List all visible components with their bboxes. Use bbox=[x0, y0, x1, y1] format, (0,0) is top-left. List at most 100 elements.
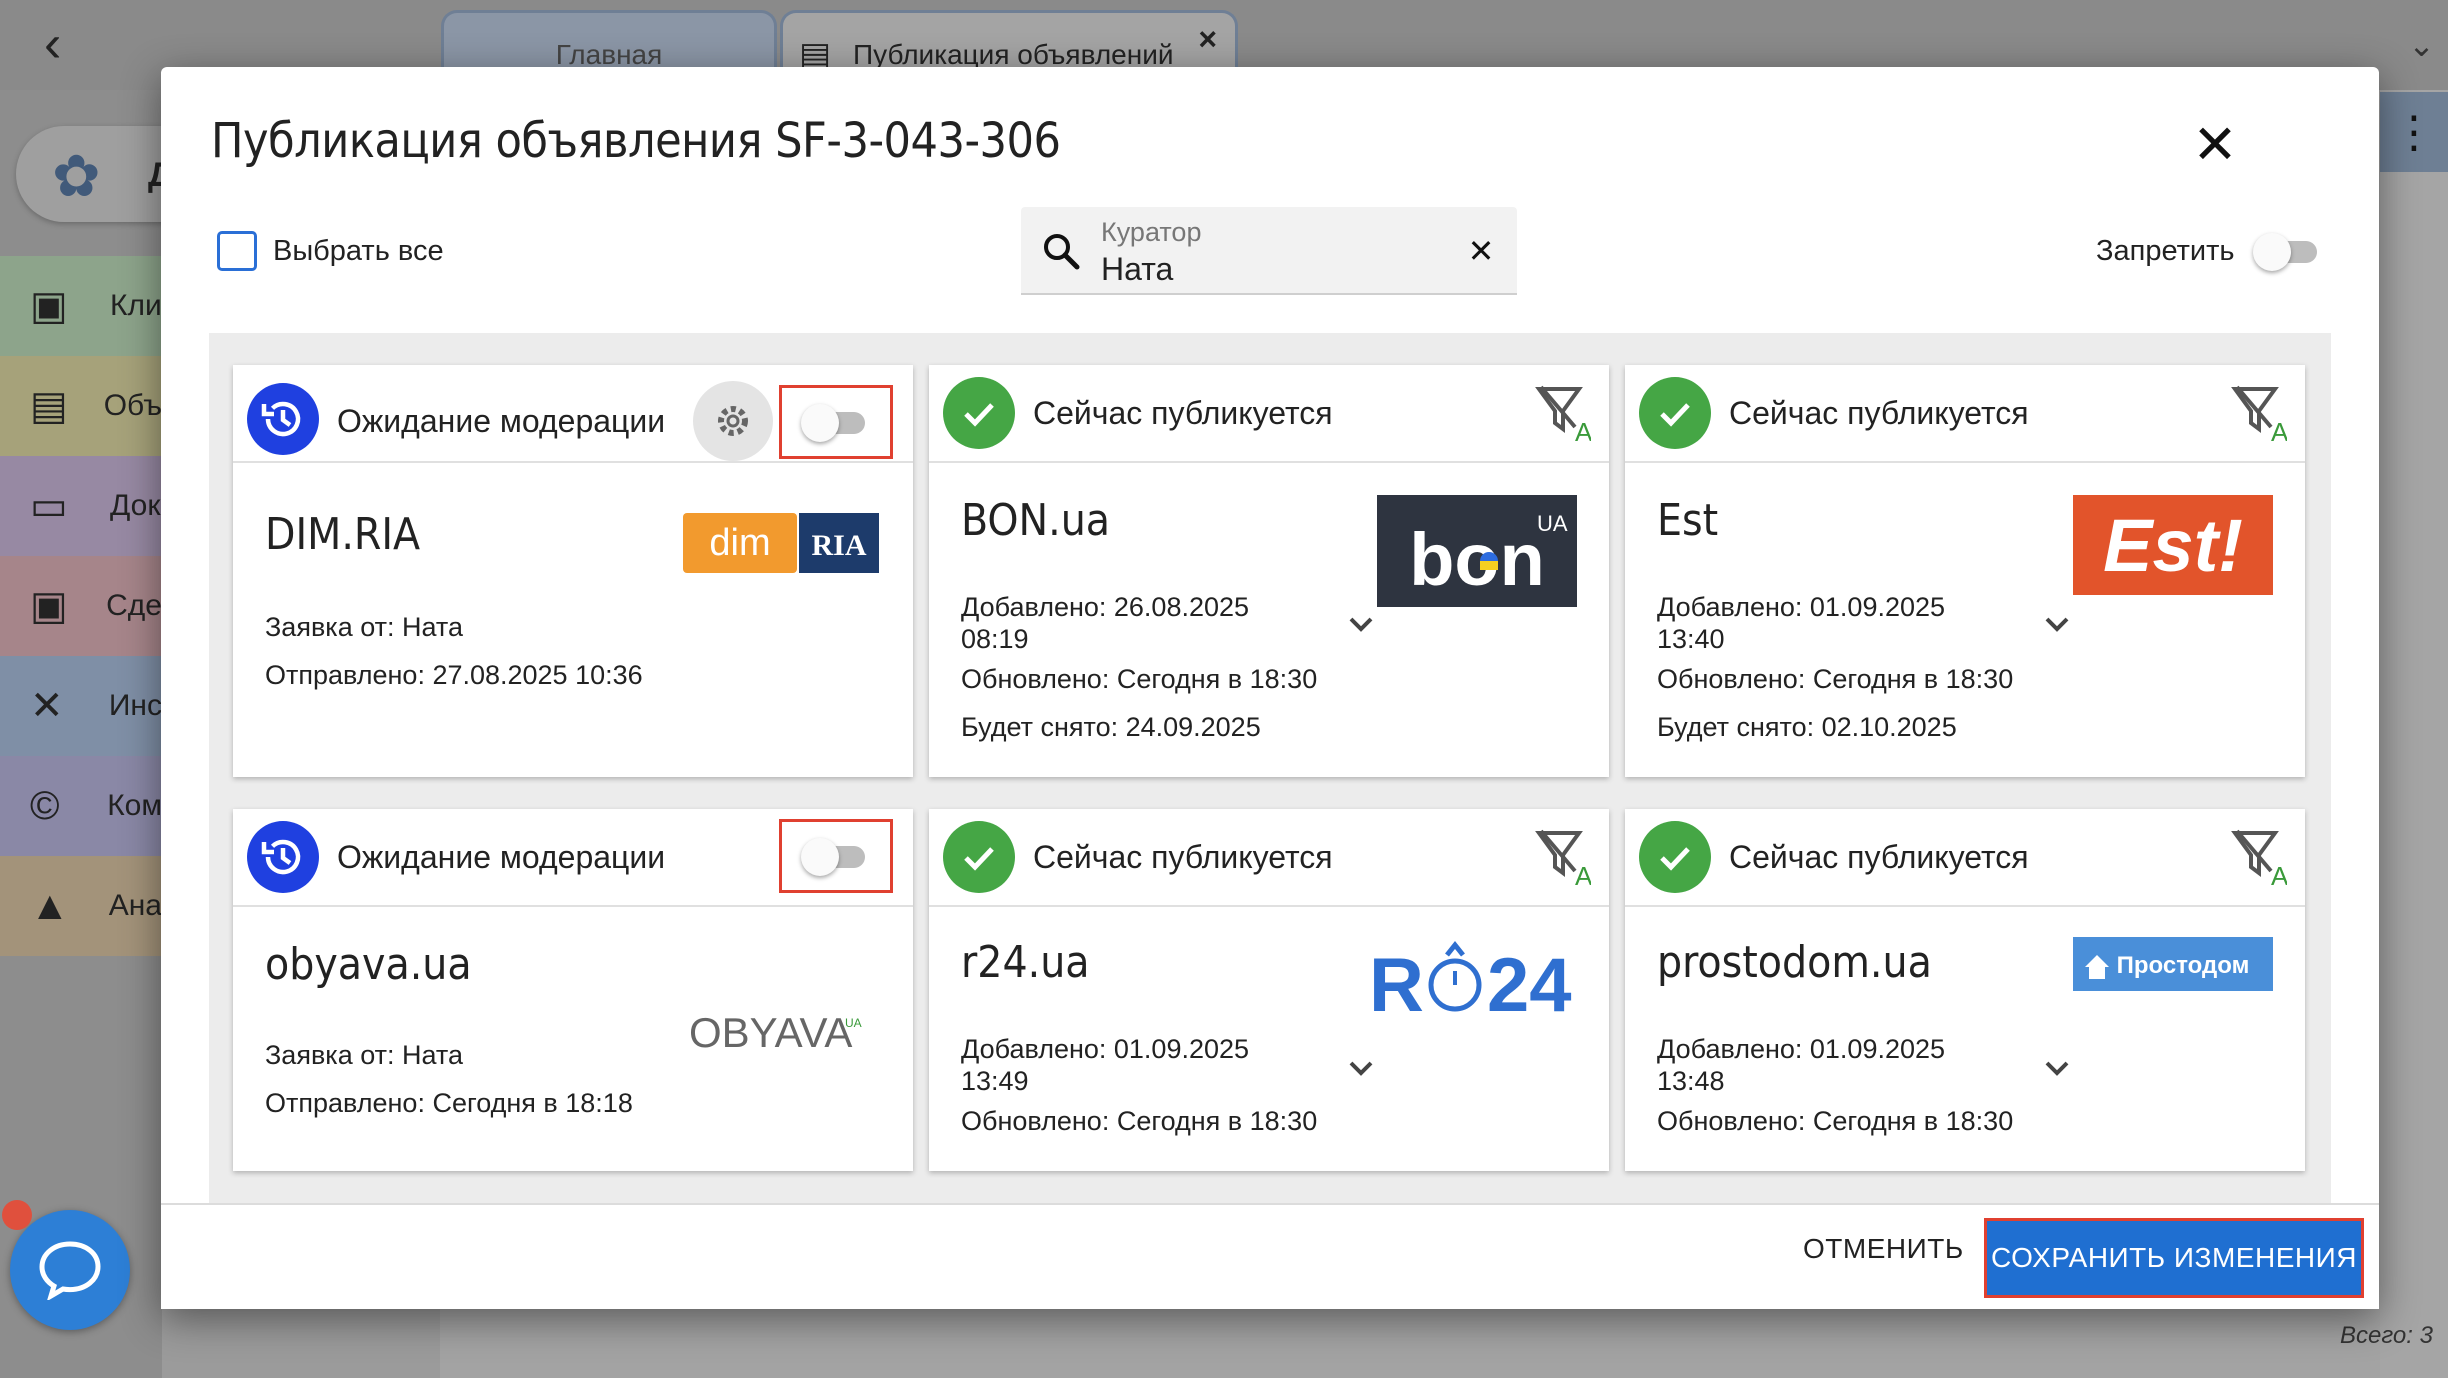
request-from: Заявка от: Ната bbox=[265, 1040, 464, 1070]
prostodom-logo: Простодом bbox=[2073, 937, 2273, 991]
publish-toggle[interactable] bbox=[801, 398, 871, 446]
added-time: 08:19 bbox=[961, 624, 1029, 654]
select-all-checkbox[interactable] bbox=[217, 231, 257, 271]
svg-text:Простодом: Простодом bbox=[2117, 952, 2250, 979]
search-icon bbox=[1044, 234, 1080, 270]
est-logo: Est! bbox=[2073, 495, 2273, 595]
chat-button[interactable] bbox=[10, 1210, 130, 1330]
sidebar-item-tools[interactable]: ✕ Инс bbox=[0, 656, 162, 756]
save-changes-button[interactable]: СОХРАНИТЬ ИЗМЕНЕНИЯ bbox=[1984, 1218, 2364, 1298]
auto-filter-icon[interactable]: A bbox=[2231, 827, 2287, 887]
history-icon bbox=[247, 821, 319, 893]
money-icon: ▣ bbox=[30, 584, 68, 628]
clear-icon[interactable]: ✕ bbox=[1463, 233, 1499, 269]
chevron-down-icon[interactable] bbox=[1341, 605, 1381, 645]
total-count: Всего: 3 bbox=[2340, 1322, 2433, 1349]
history-icon bbox=[247, 383, 319, 455]
site-name: Est bbox=[1657, 495, 1719, 546]
chevron-down-icon[interactable] bbox=[1341, 1049, 1381, 1089]
sidebar-item-clients[interactable]: ▣ Кли bbox=[0, 256, 162, 356]
svg-text:24: 24 bbox=[1487, 943, 1572, 1025]
request-from: Заявка от: Ната bbox=[265, 612, 464, 642]
copyright-icon: © bbox=[30, 783, 60, 828]
added-date: Добавлено: 01.09.2025 bbox=[1657, 1034, 1946, 1064]
curator-value[interactable]: Ната bbox=[1101, 251, 1173, 288]
sidebar-item-documents[interactable]: ▭ Док bbox=[0, 456, 162, 556]
svg-text:bon: bon bbox=[1409, 518, 1545, 601]
publish-toggle-highlight[interactable] bbox=[779, 385, 893, 459]
chevron-down-icon[interactable] bbox=[2037, 605, 2077, 645]
auto-filter-icon[interactable]: A bbox=[1535, 827, 1591, 887]
obyava-logo: OBYAVA UA bbox=[689, 1009, 862, 1056]
sidebar-item-label: Ана bbox=[108, 889, 162, 922]
card-header: Сейчас публикуется A bbox=[1625, 809, 2305, 907]
close-tab-icon[interactable]: × bbox=[1198, 21, 1217, 58]
status-label: Сейчас публикуется bbox=[1033, 395, 1333, 431]
sidebar-item-commission[interactable]: © Ком bbox=[0, 756, 162, 856]
close-icon[interactable]: ✕ bbox=[2189, 118, 2241, 172]
platform-card-prostodom: Сейчас публикуется A prostodom.ua Добавл… bbox=[1625, 809, 2305, 1171]
updated-date: Обновлено: Сегодня в 18:30 bbox=[1657, 1106, 2014, 1136]
status-label: Сейчас публикуется bbox=[1729, 839, 2029, 875]
publication-dialog: Публикация объявления SF-3-043-306 ✕ Выб… bbox=[161, 67, 2379, 1309]
bon-logo: UA bon bbox=[1377, 495, 1577, 607]
svg-text:R: R bbox=[1369, 943, 1424, 1025]
r24-logo: R 24 bbox=[1369, 940, 1572, 1025]
check-icon bbox=[943, 377, 1015, 449]
toggle-thumb bbox=[801, 404, 839, 442]
sent-date: Отправлено: 27.08.2025 10:36 bbox=[265, 660, 643, 690]
select-all[interactable]: Выбрать все bbox=[217, 231, 444, 271]
gear-icon[interactable] bbox=[693, 381, 773, 461]
sidebar-item-label: Сде bbox=[106, 589, 162, 622]
sidebar-item-label: Док bbox=[110, 489, 161, 522]
dimria-logo: dim RIA bbox=[683, 513, 879, 573]
more-vert-icon[interactable]: ⋮ bbox=[2380, 92, 2448, 172]
sidebar-item-label: Инс bbox=[108, 689, 162, 722]
sidebar-item-listings[interactable]: ▤ Объ bbox=[0, 356, 162, 456]
publish-toggle[interactable] bbox=[801, 832, 871, 880]
chat-icon bbox=[39, 1241, 101, 1300]
forbid-label: Запретить bbox=[2096, 234, 2235, 267]
sidebar-item-deals[interactable]: ▣ Сде bbox=[0, 556, 162, 656]
removal-date: Будет снято: 02.10.2025 bbox=[1657, 712, 1957, 742]
sidebar-item-label: Объ bbox=[103, 389, 162, 422]
sidebar-item-analytics[interactable]: ▲ Ана bbox=[0, 856, 162, 956]
sidebar-item-label: Кли bbox=[110, 289, 162, 322]
notification-dot bbox=[2, 1200, 32, 1230]
added-date: Добавлено: 26.08.2025 bbox=[961, 592, 1250, 622]
status-label: Ожидание модерации bbox=[337, 839, 666, 875]
platform-grid: Ожидание модерации DIM.RIA Заявка от: На… bbox=[209, 333, 2331, 1273]
dialog-title: Публикация объявления SF-3-043-306 bbox=[211, 113, 1061, 169]
platform-card-r24: Сейчас публикуется A r24.ua Добавлено: 0… bbox=[929, 809, 1609, 1171]
status-label: Ожидание модерации bbox=[337, 403, 666, 439]
folder-icon: ▭ bbox=[30, 484, 68, 528]
sent-date: Отправлено: Сегодня в 18:18 bbox=[265, 1088, 633, 1118]
platform-card-bon: Сейчас публикуется A BON.ua Добавлено: 2… bbox=[929, 365, 1609, 777]
chevron-down-icon[interactable] bbox=[2037, 1049, 2077, 1089]
logo-icon: ✿ bbox=[52, 144, 101, 209]
platform-card-dimria: Ожидание модерации DIM.RIA Заявка от: На… bbox=[233, 365, 913, 777]
card-header: Ожидание модерации bbox=[233, 365, 913, 463]
svg-text:OBYAVA: OBYAVA bbox=[689, 1009, 852, 1056]
auto-filter-icon[interactable]: A bbox=[1535, 383, 1591, 443]
site-name: obyava.ua bbox=[265, 939, 472, 990]
dialog-footer: ОТМЕНИТЬ СОХРАНИТЬ ИЗМЕНЕНИЯ bbox=[161, 1203, 2379, 1309]
added-time: 13:48 bbox=[1657, 1066, 1725, 1096]
svg-text:Est!: Est! bbox=[2103, 504, 2243, 587]
curator-search-field[interactable]: Куратор Ната ✕ bbox=[1021, 207, 1517, 295]
card-header: Сейчас публикуется A bbox=[929, 365, 1609, 463]
card-header: Ожидание модерации bbox=[233, 809, 913, 907]
right-panel bbox=[2380, 90, 2448, 1378]
forbid-control: Запретить bbox=[2096, 227, 2323, 275]
cancel-button[interactable]: ОТМЕНИТЬ bbox=[1803, 1233, 1964, 1265]
auto-filter-icon[interactable]: A bbox=[2231, 383, 2287, 443]
svg-text:A: A bbox=[1575, 861, 1591, 887]
forbid-toggle[interactable] bbox=[2252, 227, 2323, 275]
removal-date: Будет снято: 24.09.2025 bbox=[961, 712, 1261, 742]
chevron-down-icon[interactable]: ⌄ bbox=[2395, 0, 2448, 90]
site-name: DIM.RIA bbox=[265, 509, 421, 560]
check-icon bbox=[943, 821, 1015, 893]
tab-publication-label: Публикация объявлений bbox=[853, 39, 1174, 70]
back-arrow-icon[interactable]: ‹ bbox=[44, 18, 61, 70]
publish-toggle-highlight[interactable] bbox=[779, 819, 893, 893]
